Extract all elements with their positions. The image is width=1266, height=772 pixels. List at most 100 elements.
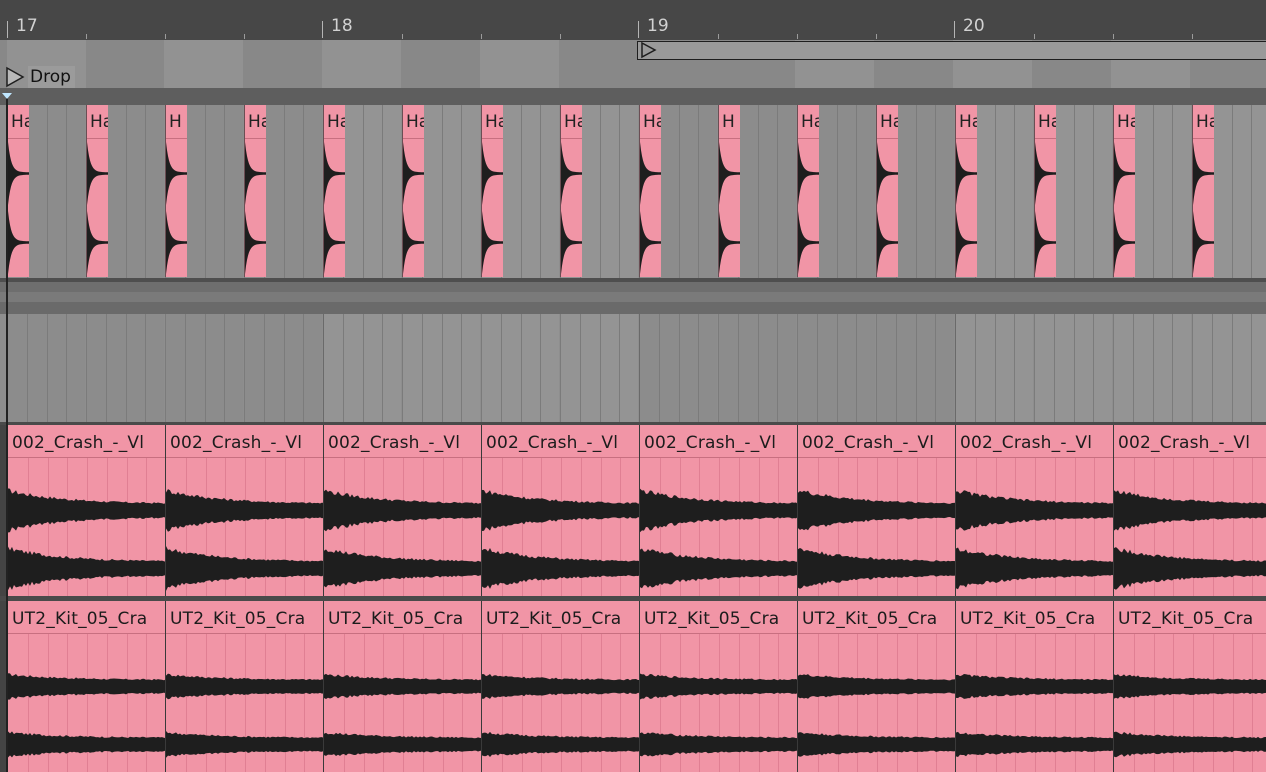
audio-clip[interactable]: 002_Crash_-_Vl [165,425,323,596]
hats-clip[interactable]: Ha [1192,105,1214,277]
audio-clip[interactable]: 002_Crash_-_Vl [481,425,639,596]
hats-track-lane[interactable] [0,105,1266,278]
clip-title: Ha [248,112,266,132]
hats-clip[interactable]: H [165,105,187,277]
bar-number: 20 [963,16,985,36]
hats-clip[interactable]: Ha [876,105,898,277]
hats-clip[interactable]: H [718,105,740,277]
locator-drop-label[interactable]: Drop [28,66,75,88]
waveform-icon [482,141,503,275]
waveform-icon [1035,141,1056,275]
grid-line [205,314,206,422]
grid-line [264,314,265,422]
clip-title: Ha [90,112,108,132]
audio-clip[interactable]: UT2_Kit_05_Cra [639,601,797,772]
hats-clip[interactable]: Ha [323,105,345,277]
waveform-icon [640,673,797,757]
beat-stripe [322,40,401,88]
waveform-icon [1114,141,1135,275]
audio-clip[interactable]: UT2_Kit_05_Cra [481,601,639,772]
waveform-icon [1114,674,1266,758]
grid-line [461,314,462,422]
audio-clip[interactable]: 002_Crash_-_Vl [7,425,165,596]
grid-line [422,314,423,422]
hats-clip[interactable]: Ha [1113,105,1135,277]
clip-title: Ha [11,112,29,132]
grid-line [955,314,956,422]
clip-title: H [169,112,182,132]
grid-line [777,105,778,278]
audio-clip[interactable]: UT2_Kit_05_Cra [7,601,165,772]
grid-line [323,314,324,422]
grid-line [1093,105,1094,278]
audio-clip[interactable]: 002_Crash_-_Vl [323,425,481,596]
grid-column [1192,314,1266,422]
insert-marker-icon[interactable] [2,93,12,99]
grid-line [382,105,383,278]
hats-clip[interactable]: Ha [481,105,503,277]
hats-clip[interactable]: Ha [797,105,819,277]
grid-line [1074,105,1075,278]
hats-clip[interactable]: Ha [244,105,266,277]
grid-line [521,314,522,422]
grid-line [461,105,462,278]
grid-line [244,314,245,422]
grid-line [1113,314,1114,422]
clip-title: Ha [959,112,977,132]
clip-title: 002_Crash_-_Vl [802,433,935,453]
audio-clip[interactable]: UT2_Kit_05_Cra [797,601,955,772]
hats-clip[interactable]: Ha [955,105,977,277]
audio-clip[interactable]: 002_Crash_-_Vl [639,425,797,596]
grid-line [619,314,620,422]
audio-clip[interactable]: UT2_Kit_05_Cra [165,601,323,772]
grid-line [501,314,502,422]
waveform-icon [87,141,108,275]
clip-title: UT2_Kit_05_Cra [170,609,306,629]
hats-clip[interactable]: Ha [86,105,108,277]
locator-triangle-icon[interactable] [5,66,25,88]
empty-track-lane[interactable] [0,314,1266,422]
audio-clip[interactable]: 002_Crash_-_Vl [955,425,1113,596]
beat-tick [1034,34,1035,39]
audio-clip[interactable]: UT2_Kit_05_Cra [1113,601,1266,772]
hats-clip[interactable]: Ha [639,105,661,277]
waveform-icon [798,141,819,275]
hats-clip[interactable]: Ha [560,105,582,277]
grid-line [738,314,739,422]
hats-clip[interactable]: Ha [1034,105,1056,277]
grid-line [758,314,759,422]
loop-brace[interactable] [637,41,1266,60]
audio-clip[interactable]: UT2_Kit_05_Cra [955,601,1113,772]
grid-line [876,314,877,422]
waveform-icon [482,674,639,757]
waveform-icon [798,490,955,589]
grid-line [1034,314,1035,422]
beat-tick [481,34,482,39]
grid-line [1014,314,1015,422]
clip-title: 002_Crash_-_Vl [12,433,145,453]
audio-clip[interactable]: 002_Crash_-_Vl [1113,425,1266,596]
waveform-icon [719,141,740,275]
grid-line [995,314,996,422]
hats-clip[interactable]: Ha [402,105,424,277]
grid-line [86,314,87,422]
audio-clip[interactable]: 002_Crash_-_Vl [797,425,955,596]
grid-line [600,105,601,278]
beat-tick [86,34,87,39]
crash-track-lane[interactable]: 002_Crash_-_Vl 002_Crash_-_Vl 002_Crash_-_… [0,425,1266,596]
grid-column [86,314,164,422]
grid-column [323,314,401,422]
grid-line [126,314,127,422]
bar-marker [7,21,8,38]
grid-line [758,105,759,278]
grid-column [165,314,243,422]
hats-clip[interactable]: Ha [7,105,29,277]
grid-line [145,314,146,422]
clip-title: UT2_Kit_05_Cra [1118,609,1254,629]
kit-track-lane[interactable]: UT2_Kit_05_Cra UT2_Kit_05_Cra UT2_Kit_05_C… [0,601,1266,772]
grid-column [955,314,1033,422]
beat-tick [244,34,245,39]
clip-title: UT2_Kit_05_Cra [960,609,1096,629]
audio-clip[interactable]: UT2_Kit_05_Cra [323,601,481,772]
beat-time-ruler[interactable]: 17 18 19 20 [0,0,1266,40]
